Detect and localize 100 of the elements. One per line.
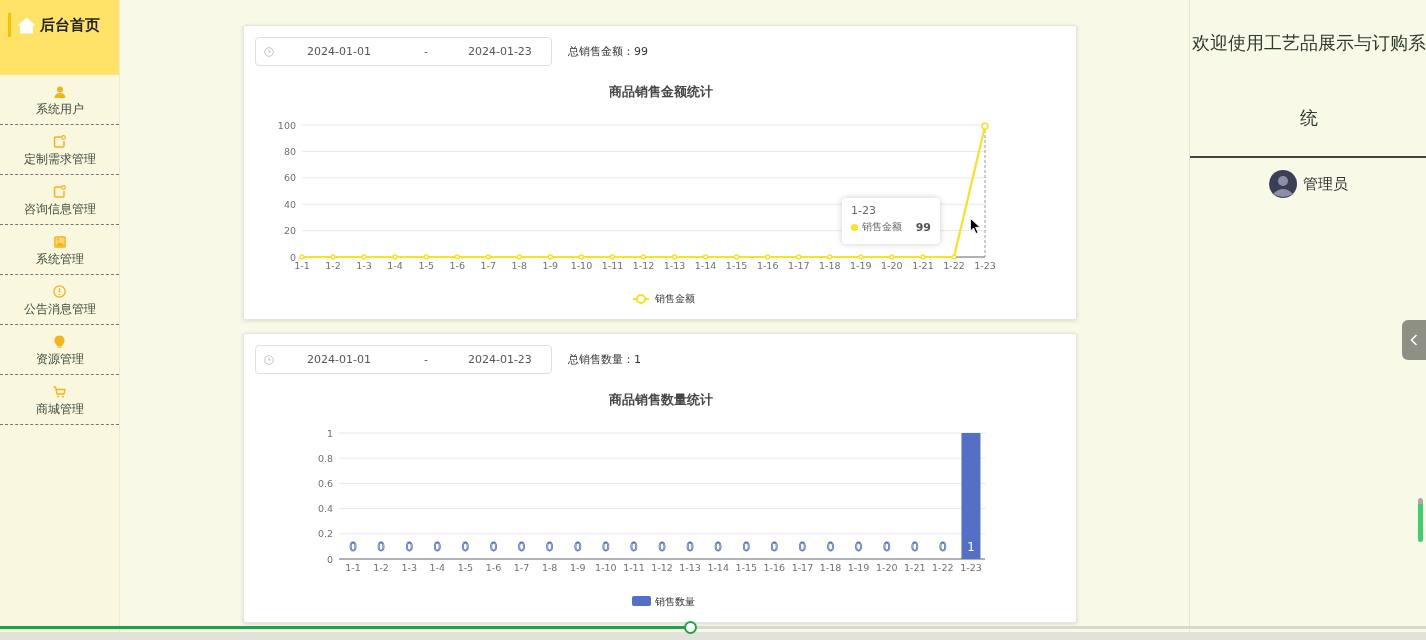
data-label: 0 xyxy=(798,540,807,554)
legend-label: 销售数量 xyxy=(655,596,695,607)
axis-label: 1-12 xyxy=(651,562,673,573)
chart-title: 商品销售金额统计 xyxy=(609,84,713,99)
axis-label: 1-13 xyxy=(663,260,686,271)
data-label: 0 xyxy=(882,540,891,554)
data-label: 1 xyxy=(967,540,975,554)
axis-label: 1-8 xyxy=(511,260,528,271)
axis-label: 1-17 xyxy=(791,562,814,573)
axis-label: 1-19 xyxy=(847,562,870,573)
sidebar-item[interactable]: 公告消息管理 xyxy=(0,275,119,325)
data-label: 0 xyxy=(742,540,751,554)
data-label: 0 xyxy=(602,540,610,554)
axis-label: 1-12 xyxy=(632,260,655,271)
data-label: 0 xyxy=(405,540,414,554)
home-link[interactable]: 后台首页 xyxy=(40,7,100,43)
tooltip-title: 1-23 xyxy=(851,204,877,217)
range-separator: - xyxy=(423,353,428,366)
axis-label: 1-14 xyxy=(707,562,729,573)
axis-label: 1-14 xyxy=(694,260,717,271)
axis-label: 1-6 xyxy=(449,260,465,271)
data-label: 0 xyxy=(545,540,554,554)
axis-label: 1-21 xyxy=(904,562,926,573)
data-label: 0 xyxy=(910,540,919,554)
axis-label: 1-19 xyxy=(850,260,872,271)
summary-text: 总销售数量：1 xyxy=(568,352,641,367)
data-label: 0 xyxy=(770,540,779,554)
axis-label: 1-6 xyxy=(485,562,502,573)
tooltip-value: 99 xyxy=(915,220,931,234)
axis-label: 1-9 xyxy=(569,562,586,573)
data-label: 0 xyxy=(433,540,442,554)
axis-label: 1-20 xyxy=(881,260,903,271)
axis-label: 1-9 xyxy=(542,260,559,271)
axis-label: 1-18 xyxy=(819,260,841,271)
axis-label: 1-4 xyxy=(387,260,403,271)
axis-label: 0 xyxy=(326,553,333,565)
axis-label: 20 xyxy=(283,225,296,237)
axis-label: 1-3 xyxy=(401,562,417,573)
welcome-title: 欢迎使用工艺品展示与订购系统 xyxy=(1190,0,1426,158)
end-date: 2024-01-23 xyxy=(467,353,532,366)
start-date: 2024-01-01 xyxy=(307,45,371,58)
axis-label: 1-22 xyxy=(943,260,965,271)
axis-label: 1-23 xyxy=(974,260,996,271)
axis-label: 1-16 xyxy=(756,260,779,271)
data-label: 0 xyxy=(686,540,694,554)
axis-label: 40 xyxy=(283,198,296,210)
axis-label: 1-4 xyxy=(429,562,446,573)
data-label: 0 xyxy=(714,540,722,554)
axis-label: 1-3 xyxy=(356,260,372,271)
axis-label: 0 xyxy=(289,251,296,263)
axis-label: 1-21 xyxy=(912,260,934,271)
axis-label: 1 xyxy=(326,427,333,439)
sidebar-item[interactable]: 系统管理 xyxy=(0,225,119,275)
range-separator: - xyxy=(423,45,428,58)
chart-title: 商品销售数量统计 xyxy=(609,392,713,407)
axis-label: 0.6 xyxy=(317,477,333,489)
summary-text: 总销售金额：99 xyxy=(568,44,648,59)
axis-label: 1-7 xyxy=(513,562,530,573)
legend-label: 销售金额 xyxy=(655,293,695,304)
axis-label: 0.4 xyxy=(317,503,333,515)
data-label: 0 xyxy=(939,540,947,554)
axis-label: 1-8 xyxy=(541,562,558,573)
sidebar-item[interactable]: 资源管理 xyxy=(0,325,119,375)
axis-label: 1-17 xyxy=(787,260,810,271)
data-label: 0 xyxy=(573,540,582,554)
date-range-field[interactable]: 2024-01-01 - 2024-01-23 xyxy=(255,37,552,66)
axis-label: 1-10 xyxy=(570,260,593,271)
axis-label: 100 xyxy=(277,119,296,131)
axis-label: 1-10 xyxy=(595,562,617,573)
data-label: 0 xyxy=(377,540,385,554)
axis-label: 1-23 xyxy=(960,562,982,573)
axis-label: 1-1 xyxy=(345,562,361,573)
axis-label: 0.2 xyxy=(317,528,333,540)
date-range-field[interactable]: 2024-01-01 - 2024-01-23 xyxy=(255,345,552,374)
axis-label: 0.8 xyxy=(317,452,333,464)
sidebar-item[interactable]: 系统用户 xyxy=(0,75,119,125)
axis-label: 1-22 xyxy=(932,562,954,573)
data-label: 0 xyxy=(854,540,863,554)
tooltip-label: 销售金额 xyxy=(862,220,902,234)
data-label: 0 xyxy=(630,540,638,554)
end-date: 2024-01-23 xyxy=(467,45,532,58)
sidebar-item[interactable]: 咨询信息管理 xyxy=(0,175,119,225)
user-name[interactable]: 管理员 xyxy=(1302,174,1348,194)
axis-label: 1-18 xyxy=(819,562,842,573)
data-label: 0 xyxy=(489,540,498,554)
axis-label: 1-20 xyxy=(875,562,898,573)
start-date: 2024-01-01 xyxy=(307,353,371,366)
sidebar-item[interactable]: 商城管理 xyxy=(0,375,119,425)
axis-label: 1-11 xyxy=(601,260,624,271)
axis-label: 1-7 xyxy=(480,260,497,271)
sidebar-item[interactable]: 定制需求管理 xyxy=(0,125,119,175)
data-label: 0 xyxy=(349,540,357,554)
axis-label: 1-2 xyxy=(325,260,341,271)
data-label: 0 xyxy=(461,540,470,554)
data-label: 0 xyxy=(826,540,835,554)
data-label: 0 xyxy=(658,540,666,554)
axis-label: 60 xyxy=(283,172,296,184)
axis-label: 1-5 xyxy=(457,562,474,573)
axis-label: 1-2 xyxy=(373,562,389,573)
data-label: 0 xyxy=(517,540,526,554)
